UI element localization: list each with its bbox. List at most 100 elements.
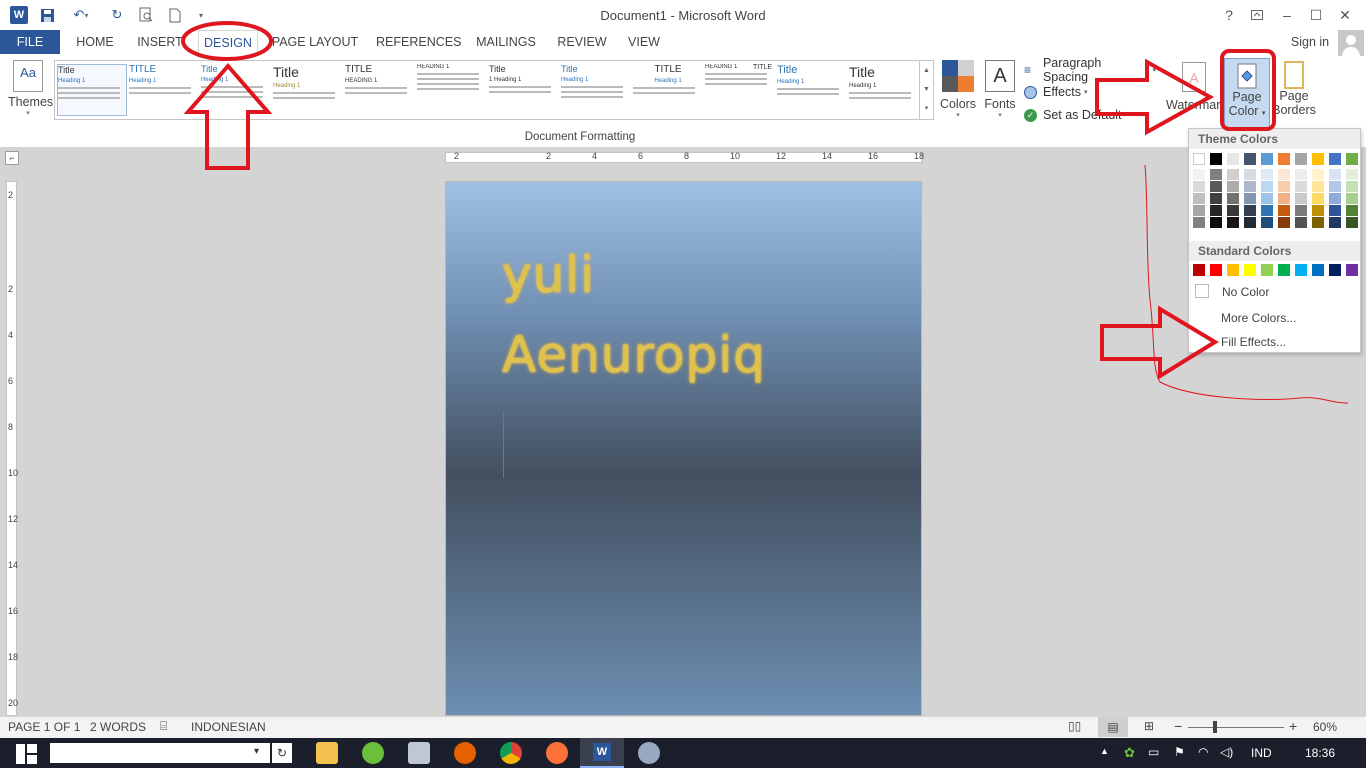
style-set-item[interactable]: Title Heading 1: [273, 64, 343, 116]
theme-color-swatch[interactable]: [1193, 153, 1205, 165]
theme-color-swatch[interactable]: [1278, 169, 1290, 180]
tab-view[interactable]: VIEW: [624, 30, 664, 56]
theme-color-swatch[interactable]: [1278, 153, 1290, 165]
read-mode-icon[interactable]: ▯▯: [1068, 719, 1081, 733]
page-borders-button[interactable]: Page Borders: [1272, 58, 1316, 128]
style-set-item[interactable]: Title 1 Heading 1: [489, 64, 559, 116]
word-taskbar-button[interactable]: W: [580, 738, 624, 768]
save-icon[interactable]: [38, 6, 56, 24]
theme-color-swatch[interactable]: [1244, 205, 1256, 216]
style-set-item[interactable]: HEADING 1: [417, 64, 487, 116]
redo-icon[interactable]: ↻: [108, 6, 126, 24]
style-set-item[interactable]: Title Heading 1: [777, 64, 847, 116]
theme-color-swatch[interactable]: [1295, 193, 1307, 204]
tray-app-icon[interactable]: ✿: [1124, 745, 1135, 761]
watermark-button[interactable]: A Watermark: [1166, 58, 1227, 128]
theme-color-swatch[interactable]: [1244, 153, 1256, 165]
theme-color-swatch[interactable]: [1329, 217, 1341, 228]
file-explorer-icon[interactable]: [316, 742, 338, 764]
wordart-line-2[interactable]: Aenuropiq: [502, 326, 766, 384]
theme-color-swatch[interactable]: [1193, 181, 1205, 192]
battery-icon[interactable]: ▭: [1148, 745, 1159, 759]
gallery-scroll[interactable]: ▲ ▼ ▾: [919, 61, 933, 119]
customize-qat-icon[interactable]: ▾: [192, 6, 210, 24]
sign-in-link[interactable]: Sign in: [1286, 30, 1334, 56]
start-button[interactable]: [16, 743, 40, 765]
user-avatar[interactable]: [1338, 30, 1364, 56]
theme-color-swatch[interactable]: [1210, 153, 1222, 165]
volume-icon[interactable]: ◁): [1220, 745, 1233, 759]
close-button[interactable]: ✕: [1333, 4, 1357, 26]
theme-color-swatch[interactable]: [1193, 193, 1205, 204]
horizontal-ruler[interactable]: 2 2 4 6 8 10 12 14 16 18: [445, 151, 924, 163]
theme-color-swatch[interactable]: [1227, 193, 1239, 204]
theme-color-swatch[interactable]: [1295, 153, 1307, 165]
theme-color-swatch[interactable]: [1346, 205, 1358, 216]
theme-color-swatch[interactable]: [1346, 193, 1358, 204]
refresh-icon[interactable]: ↻: [272, 743, 292, 763]
page-count[interactable]: PAGE 1 OF 1: [8, 720, 80, 734]
standard-color-swatch[interactable]: [1210, 264, 1222, 276]
zoom-slider-thumb[interactable]: [1213, 721, 1217, 733]
web-layout-icon[interactable]: ⊞: [1144, 719, 1154, 733]
word-app-icon[interactable]: W: [10, 6, 28, 24]
paint-icon[interactable]: [638, 742, 660, 764]
style-set-item[interactable]: Title Heading 1: [849, 64, 919, 116]
firefox-icon[interactable]: [546, 742, 568, 764]
theme-color-swatch[interactable]: [1312, 193, 1324, 204]
theme-color-swatch[interactable]: [1244, 193, 1256, 204]
app-icon[interactable]: [362, 742, 384, 764]
maximize-button[interactable]: ☐: [1304, 4, 1328, 26]
style-set-item[interactable]: Title Heading 1: [561, 64, 631, 116]
tab-references[interactable]: REFERENCES: [376, 30, 461, 56]
themes-button[interactable]: Aa Themes ▾: [8, 58, 53, 120]
document-page[interactable]: yuli Aenuropiq: [445, 181, 922, 716]
standard-color-swatch[interactable]: [1227, 264, 1239, 276]
undo-icon[interactable]: ↶ ▾: [68, 6, 94, 24]
theme-color-swatch[interactable]: [1312, 181, 1324, 192]
theme-color-swatch[interactable]: [1210, 217, 1222, 228]
print-preview-icon[interactable]: [137, 6, 155, 24]
word-count[interactable]: 2 WORDS: [90, 720, 146, 734]
tab-page-layout[interactable]: PAGE LAYOUT: [270, 30, 360, 56]
tab-selector[interactable]: ⌐: [5, 151, 19, 165]
tab-review[interactable]: REVIEW: [556, 30, 608, 56]
theme-color-swatch[interactable]: [1261, 205, 1273, 216]
standard-color-swatch[interactable]: [1295, 264, 1307, 276]
theme-color-swatch[interactable]: [1312, 153, 1324, 165]
theme-color-swatch[interactable]: [1312, 205, 1324, 216]
theme-color-swatch[interactable]: [1346, 181, 1358, 192]
theme-color-swatch[interactable]: [1346, 153, 1358, 165]
theme-color-swatch[interactable]: [1227, 153, 1239, 165]
colors-button[interactable]: Colors ▾: [938, 58, 978, 128]
style-set-item[interactable]: TITLE: [753, 64, 773, 116]
firefox-icon[interactable]: [454, 742, 476, 764]
standard-color-swatch[interactable]: [1261, 264, 1273, 276]
help-button[interactable]: ?: [1217, 4, 1241, 26]
no-color-item[interactable]: No Color: [1222, 285, 1269, 299]
proofing-icon[interactable]: ⌸: [160, 719, 167, 734]
print-layout-icon[interactable]: ▤: [1098, 717, 1128, 737]
tab-mailings[interactable]: MAILINGS: [472, 30, 540, 56]
style-set-item[interactable]: TITLE HEADING 1: [345, 64, 415, 116]
theme-color-swatch[interactable]: [1278, 193, 1290, 204]
theme-color-swatch[interactable]: [1312, 169, 1324, 180]
language-indicator[interactable]: INDONESIAN: [191, 720, 266, 734]
theme-color-swatch[interactable]: [1261, 169, 1273, 180]
tab-design[interactable]: DESIGN: [198, 30, 258, 56]
standard-color-swatch[interactable]: [1278, 264, 1290, 276]
theme-color-swatch[interactable]: [1278, 181, 1290, 192]
clock[interactable]: 18:36: [1305, 746, 1335, 760]
zoom-in-button[interactable]: +: [1289, 718, 1297, 734]
ribbon-display-options-icon[interactable]: [1245, 4, 1269, 26]
theme-color-swatch[interactable]: [1193, 169, 1205, 180]
fill-effects-item[interactable]: Fill Effects...: [1221, 335, 1286, 349]
theme-color-swatch[interactable]: [1261, 153, 1273, 165]
theme-color-swatch[interactable]: [1210, 181, 1222, 192]
address-input[interactable]: ▾: [50, 743, 270, 763]
theme-color-swatch[interactable]: [1312, 217, 1324, 228]
minimize-button[interactable]: –: [1275, 4, 1299, 26]
theme-color-swatch[interactable]: [1295, 217, 1307, 228]
page-color-button[interactable]: Page Color ▾: [1224, 58, 1270, 128]
theme-color-swatch[interactable]: [1227, 205, 1239, 216]
